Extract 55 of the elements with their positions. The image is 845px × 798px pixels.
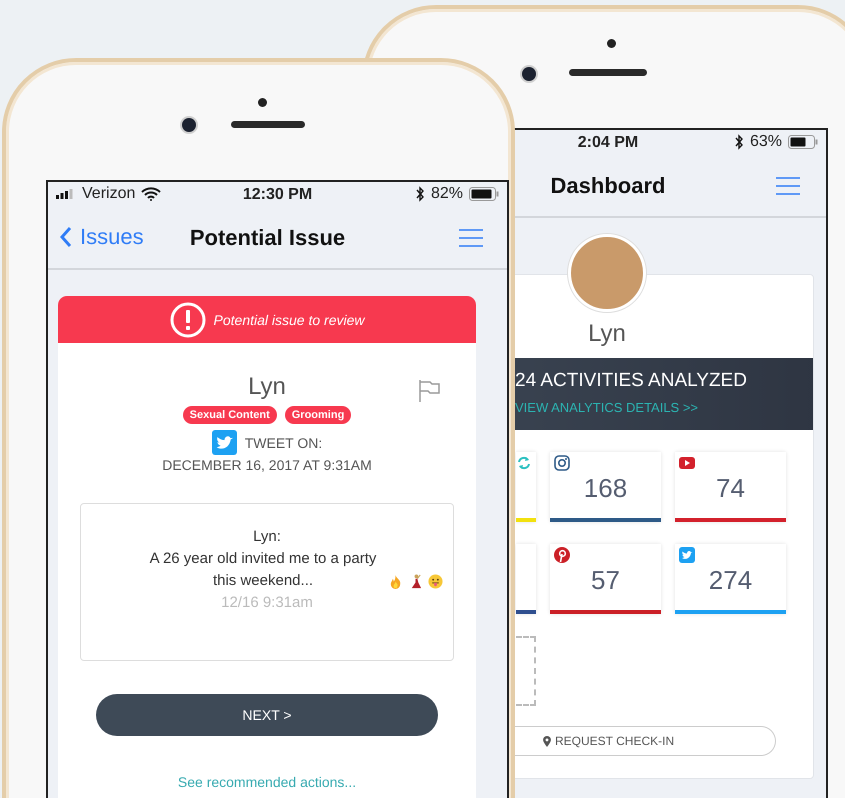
activity-tile[interactable] [516, 544, 536, 614]
profile-name: Lyn [588, 320, 626, 348]
screen-title: Potential Issue [190, 225, 346, 251]
alert-text: Potential issue to review [214, 312, 364, 328]
activity-tile[interactable] [516, 452, 536, 522]
activity-tile[interactable]: 74 [675, 452, 786, 522]
front-camera [182, 118, 196, 132]
bluetooth-icon [414, 186, 425, 202]
play-icon [679, 455, 695, 471]
front-camera [522, 67, 536, 81]
category-tag: Sexual Content [182, 406, 277, 424]
location-pin-icon [543, 736, 551, 746]
battery-icon [788, 135, 818, 149]
activity-count: 168 [584, 473, 628, 504]
circle-logo-icon [554, 547, 570, 563]
activity-tile[interactable]: 274 [675, 544, 786, 614]
screen-title: Dashboard [550, 173, 666, 199]
status-time: 12:30 PM [242, 186, 312, 204]
bird-icon [212, 430, 237, 455]
fire-icon [388, 574, 403, 589]
chevron-left-icon [60, 225, 72, 249]
person-name: Lyn [248, 373, 286, 401]
back-link[interactable]: Issues [60, 224, 144, 250]
exclamation-icon [170, 302, 206, 338]
activity-count: 57 [591, 565, 620, 596]
tongue-face-icon [428, 574, 443, 589]
battery-percent: 82% [430, 185, 463, 203]
sync-icon [516, 455, 532, 471]
flag-icon[interactable] [418, 379, 440, 403]
camera-icon [554, 455, 570, 471]
carrier-name: Verizon [82, 185, 136, 203]
post-label: TWEET ON: [244, 434, 322, 450]
status-time: 2:04 PM [578, 134, 638, 152]
post-date: DECEMBER 16, 2017 AT 9:31AM [162, 457, 372, 473]
wifi-icon [141, 187, 162, 201]
activities-count: 24 ACTIVITIES ANALYZED [515, 370, 748, 392]
menu-icon[interactable] [776, 176, 800, 196]
category-tag: Grooming [284, 406, 352, 424]
menu-icon[interactable] [459, 228, 483, 248]
message-author: Lyn: [252, 527, 282, 547]
request-check-in-button[interactable]: REQUEST CHECK-IN [515, 726, 776, 756]
message-text: A 26 year old invited me to a party this weekend... [148, 549, 378, 591]
activity-count: 74 [716, 473, 745, 504]
next-button[interactable]: NEXT > [96, 694, 438, 736]
sensor-dot [258, 98, 267, 107]
bird-icon [679, 547, 695, 563]
bluetooth-icon [734, 134, 744, 150]
battery-percent: 63% [750, 133, 782, 151]
analytics-link[interactable]: VIEW ANALYTICS DETAILS >> [515, 400, 813, 415]
battery-icon [469, 187, 499, 201]
sensor-dot [607, 39, 616, 48]
activity-count: 274 [708, 565, 752, 596]
activity-tile[interactable]: 57 [550, 544, 661, 614]
message-time: 12/16 9:31am [220, 593, 314, 613]
activity-tile[interactable]: 168 [550, 452, 661, 522]
